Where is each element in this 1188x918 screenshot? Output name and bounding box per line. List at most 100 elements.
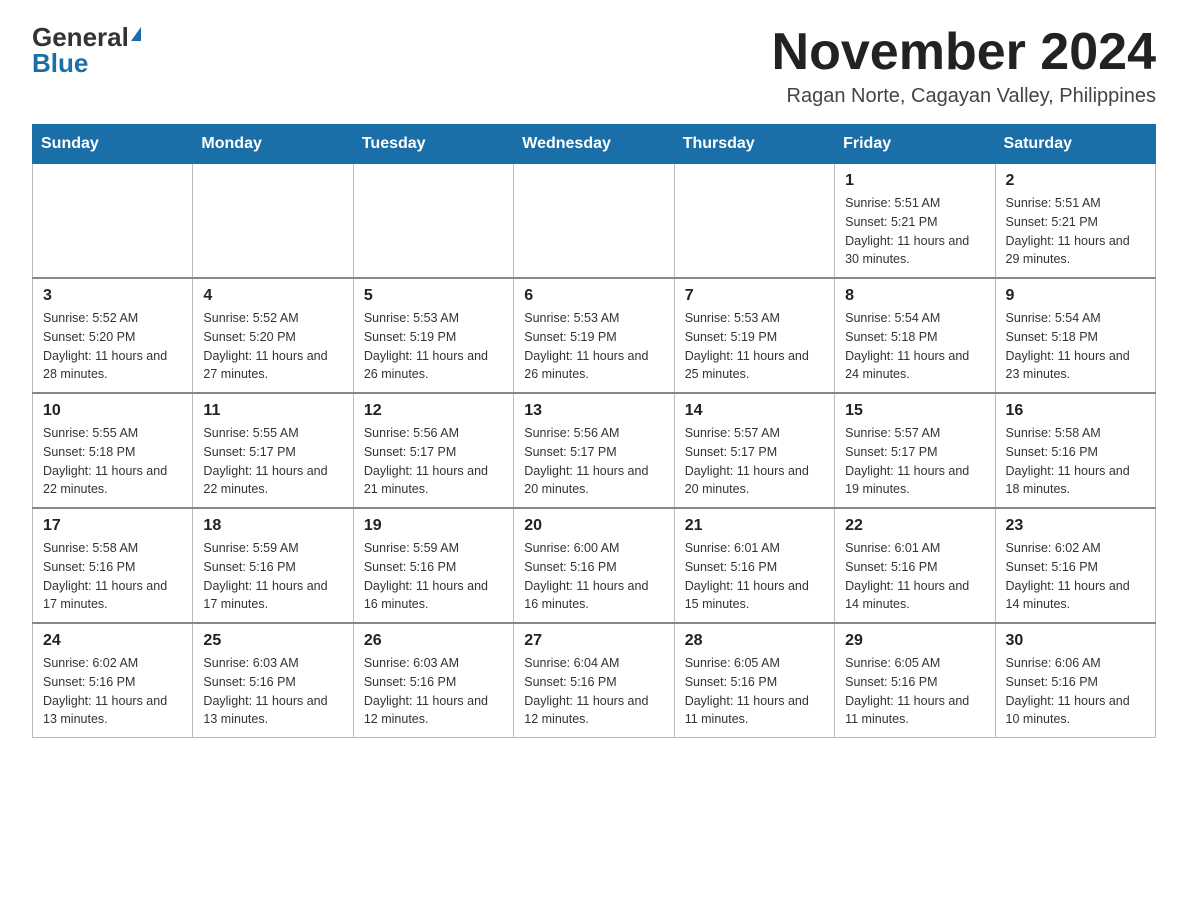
day-info: Sunrise: 5:54 AM Sunset: 5:18 PM Dayligh… [845,309,984,384]
calendar-cell: 20 Sunrise: 6:00 AM Sunset: 5:16 PM Dayli… [514,508,674,623]
page-header: General Blue November 2024 Ragan Norte, … [32,24,1156,108]
day-info: Sunrise: 6:01 AM Sunset: 5:16 PM Dayligh… [685,539,824,614]
day-info: Sunrise: 5:54 AM Sunset: 5:18 PM Dayligh… [1006,309,1145,384]
calendar-table: SundayMondayTuesdayWednesdayThursdayFrid… [32,124,1156,738]
day-info: Sunrise: 5:51 AM Sunset: 5:21 PM Dayligh… [1006,194,1145,269]
weekday-header-monday: Monday [193,125,353,164]
weekday-header-friday: Friday [835,125,995,164]
calendar-week-row: 24 Sunrise: 6:02 AM Sunset: 5:16 PM Dayli… [33,623,1156,738]
calendar-cell: 2 Sunrise: 5:51 AM Sunset: 5:21 PM Daylig… [995,164,1155,279]
calendar-cell [674,164,834,279]
day-number: 23 [1006,517,1145,535]
day-info: Sunrise: 5:55 AM Sunset: 5:18 PM Dayligh… [43,424,182,499]
day-number: 27 [524,632,663,650]
day-info: Sunrise: 6:05 AM Sunset: 5:16 PM Dayligh… [845,654,984,729]
day-number: 18 [203,517,342,535]
calendar-week-row: 17Sunrise: 5:58 AM Sunset: 5:16 PM Dayli… [33,508,1156,623]
day-info: Sunrise: 5:52 AM Sunset: 5:20 PM Dayligh… [43,309,182,384]
day-number: 19 [364,517,503,535]
day-info: Sunrise: 5:55 AM Sunset: 5:17 PM Dayligh… [203,424,342,499]
calendar-cell: 3Sunrise: 5:52 AM Sunset: 5:20 PM Daylig… [33,278,193,393]
calendar-cell: 14 Sunrise: 5:57 AM Sunset: 5:17 PM Dayli… [674,393,834,508]
day-info: Sunrise: 6:05 AM Sunset: 5:16 PM Dayligh… [685,654,824,729]
calendar-cell: 17Sunrise: 5:58 AM Sunset: 5:16 PM Dayli… [33,508,193,623]
location-subtitle: Ragan Norte, Cagayan Valley, Philippines [772,85,1156,108]
day-number: 6 [524,287,663,305]
day-number: 11 [203,402,342,420]
day-number: 4 [203,287,342,305]
day-number: 2 [1006,172,1145,190]
day-info: Sunrise: 5:53 AM Sunset: 5:19 PM Dayligh… [524,309,663,384]
calendar-cell: 29 Sunrise: 6:05 AM Sunset: 5:16 PM Dayli… [835,623,995,738]
day-number: 13 [524,402,663,420]
calendar-cell: 6 Sunrise: 5:53 AM Sunset: 5:19 PM Daylig… [514,278,674,393]
calendar-cell: 25 Sunrise: 6:03 AM Sunset: 5:16 PM Dayli… [193,623,353,738]
day-info: Sunrise: 5:57 AM Sunset: 5:17 PM Dayligh… [845,424,984,499]
calendar-cell: 19Sunrise: 5:59 AM Sunset: 5:16 PM Dayli… [353,508,513,623]
calendar-cell: 22Sunrise: 6:01 AM Sunset: 5:16 PM Dayli… [835,508,995,623]
day-number: 1 [845,172,984,190]
day-number: 16 [1006,402,1145,420]
day-info: Sunrise: 6:02 AM Sunset: 5:16 PM Dayligh… [43,654,182,729]
day-number: 22 [845,517,984,535]
day-info: Sunrise: 5:56 AM Sunset: 5:17 PM Dayligh… [524,424,663,499]
calendar-header: SundayMondayTuesdayWednesdayThursdayFrid… [33,125,1156,164]
calendar-cell: 21Sunrise: 6:01 AM Sunset: 5:16 PM Dayli… [674,508,834,623]
calendar-body: 1 Sunrise: 5:51 AM Sunset: 5:21 PM Daylig… [33,164,1156,738]
day-number: 9 [1006,287,1145,305]
day-number: 8 [845,287,984,305]
day-number: 5 [364,287,503,305]
weekday-header-sunday: Sunday [33,125,193,164]
day-info: Sunrise: 5:51 AM Sunset: 5:21 PM Dayligh… [845,194,984,269]
day-number: 24 [43,632,182,650]
calendar-cell: 5Sunrise: 5:53 AM Sunset: 5:19 PM Daylig… [353,278,513,393]
day-number: 15 [845,402,984,420]
calendar-week-row: 1 Sunrise: 5:51 AM Sunset: 5:21 PM Daylig… [33,164,1156,279]
calendar-cell: 23 Sunrise: 6:02 AM Sunset: 5:16 PM Dayli… [995,508,1155,623]
calendar-cell: 15 Sunrise: 5:57 AM Sunset: 5:17 PM Dayli… [835,393,995,508]
day-number: 28 [685,632,824,650]
day-number: 29 [845,632,984,650]
day-number: 12 [364,402,503,420]
calendar-cell: 13 Sunrise: 5:56 AM Sunset: 5:17 PM Dayli… [514,393,674,508]
weekday-header-wednesday: Wednesday [514,125,674,164]
calendar-week-row: 3Sunrise: 5:52 AM Sunset: 5:20 PM Daylig… [33,278,1156,393]
day-info: Sunrise: 5:52 AM Sunset: 5:20 PM Dayligh… [203,309,342,384]
calendar-cell: 7 Sunrise: 5:53 AM Sunset: 5:19 PM Daylig… [674,278,834,393]
month-title: November 2024 [772,24,1156,81]
day-info: Sunrise: 5:57 AM Sunset: 5:17 PM Dayligh… [685,424,824,499]
calendar-cell: 30Sunrise: 6:06 AM Sunset: 5:16 PM Dayli… [995,623,1155,738]
day-info: Sunrise: 5:53 AM Sunset: 5:19 PM Dayligh… [685,309,824,384]
day-info: Sunrise: 6:03 AM Sunset: 5:16 PM Dayligh… [364,654,503,729]
calendar-cell: 16 Sunrise: 5:58 AM Sunset: 5:16 PM Dayli… [995,393,1155,508]
day-info: Sunrise: 6:00 AM Sunset: 5:16 PM Dayligh… [524,539,663,614]
day-number: 20 [524,517,663,535]
logo-blue-text: Blue [32,50,88,76]
logo-triangle-icon [131,27,141,41]
calendar-cell [514,164,674,279]
day-info: Sunrise: 6:02 AM Sunset: 5:16 PM Dayligh… [1006,539,1145,614]
day-number: 7 [685,287,824,305]
calendar-cell: 11 Sunrise: 5:55 AM Sunset: 5:17 PM Dayli… [193,393,353,508]
day-number: 25 [203,632,342,650]
day-info: Sunrise: 6:04 AM Sunset: 5:16 PM Dayligh… [524,654,663,729]
logo: General Blue [32,24,141,76]
day-number: 10 [43,402,182,420]
calendar-cell: 9 Sunrise: 5:54 AM Sunset: 5:18 PM Daylig… [995,278,1155,393]
calendar-cell: 18 Sunrise: 5:59 AM Sunset: 5:16 PM Dayli… [193,508,353,623]
weekday-header-tuesday: Tuesday [353,125,513,164]
day-info: Sunrise: 5:58 AM Sunset: 5:16 PM Dayligh… [1006,424,1145,499]
calendar-cell: 1 Sunrise: 5:51 AM Sunset: 5:21 PM Daylig… [835,164,995,279]
weekday-header-saturday: Saturday [995,125,1155,164]
day-number: 14 [685,402,824,420]
day-number: 26 [364,632,503,650]
day-info: Sunrise: 5:59 AM Sunset: 5:16 PM Dayligh… [203,539,342,614]
weekday-header-thursday: Thursday [674,125,834,164]
calendar-cell: 8 Sunrise: 5:54 AM Sunset: 5:18 PM Daylig… [835,278,995,393]
calendar-cell: 27 Sunrise: 6:04 AM Sunset: 5:16 PM Dayli… [514,623,674,738]
title-block: November 2024 Ragan Norte, Cagayan Valle… [772,24,1156,108]
weekday-header-row: SundayMondayTuesdayWednesdayThursdayFrid… [33,125,1156,164]
calendar-cell: 10 Sunrise: 5:55 AM Sunset: 5:18 PM Dayli… [33,393,193,508]
day-info: Sunrise: 5:58 AM Sunset: 5:16 PM Dayligh… [43,539,182,614]
day-info: Sunrise: 6:03 AM Sunset: 5:16 PM Dayligh… [203,654,342,729]
